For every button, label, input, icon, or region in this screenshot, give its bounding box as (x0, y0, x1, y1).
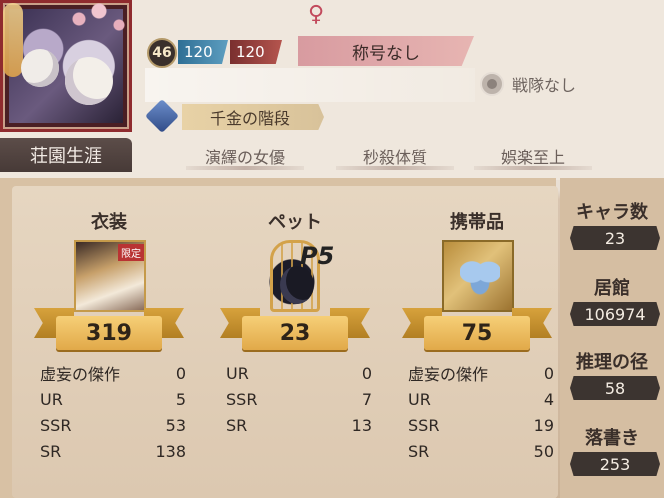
stat-value: 253 (570, 452, 660, 476)
list-item: SSR 7 (226, 389, 372, 409)
rank-gem-icon (145, 99, 179, 133)
tag-1: 演繹の女優 (186, 142, 304, 170)
tab-career[interactable]: 荘園生涯 (0, 138, 132, 172)
collection-panel-inner: 衣装 限定 319 虚妄の傑作0 UR5 SSR53 SR138 ペット (12, 186, 558, 498)
list-item: SSR 19 (408, 415, 554, 435)
list-item: 虚妄の傑作 0 (408, 363, 554, 385)
lantern-decoration (3, 3, 23, 77)
stat-graffiti[interactable]: 落書き 253 (560, 412, 664, 484)
stat-deduction[interactable]: 推理の径 58 (560, 336, 664, 408)
count-value: 75 (424, 316, 530, 350)
rarity-list: UR 0 SSR 7 SR 13 (226, 360, 372, 438)
tag-2: 秒殺体質 (336, 142, 454, 170)
limited-badge: 限定 (118, 244, 144, 261)
list-item: UR 0 (226, 363, 372, 383)
count-banner: 23 (220, 302, 370, 352)
collection-panel: 衣装 限定 319 虚妄の傑作0 UR5 SSR53 SR138 ペット (0, 178, 558, 498)
count-banner: 75 (402, 302, 552, 352)
collection-title: ペット (268, 212, 322, 233)
team-icon (480, 72, 504, 96)
blossom-decoration (63, 3, 143, 43)
butterfly-icon (460, 256, 500, 296)
list-item: UR 4 (408, 389, 554, 409)
stat-label: キャラ数 (576, 202, 648, 223)
level-badge: 46 (147, 38, 177, 68)
stat-value: 23 (570, 226, 660, 250)
rarity-list: 虚妄の傑作 0 UR 4 SSR 19 SR 50 (408, 360, 554, 464)
stat-value: 106974 (570, 302, 660, 326)
persona-logo: P5 (300, 242, 335, 270)
side-stats: キャラ数 23 居館 106974 推理の径 58 落書き 253 (560, 178, 664, 498)
collection-costume[interactable]: 衣装 限定 319 虚妄の傑作 0 UR 5 SSR 53 SR 138 (34, 186, 210, 498)
stat-blue: 120 (178, 40, 228, 64)
stat-label: 推理の径 (576, 352, 648, 373)
avatar[interactable] (0, 0, 143, 132)
stat-value: 58 (570, 376, 660, 400)
count-banner: 319 (34, 302, 184, 352)
stat-red: 120 (230, 40, 282, 64)
list-item: SR 138 (40, 441, 186, 461)
count-value: 319 (56, 316, 162, 350)
collection-title: 衣装 (91, 212, 127, 233)
stat-characters[interactable]: キャラ数 23 (560, 186, 664, 258)
collection-accessory[interactable]: 携帯品 75 虚妄の傑作 0 UR 4 SSR 19 SR 50 (402, 186, 578, 498)
rarity-list: 虚妄の傑作 0 UR 5 SSR 53 SR 138 (40, 360, 186, 464)
list-item: 虚妄の傑作 0 (40, 363, 186, 385)
stat-residence[interactable]: 居館 106974 (560, 262, 664, 334)
collection-pet[interactable]: ペット P5 23 UR 0 SSR 7 SR 13 (220, 186, 396, 498)
title-ribbon[interactable]: 称号なし (298, 36, 474, 66)
rank-tag[interactable]: 千金の階段 (182, 104, 324, 130)
collection-title: 携帯品 (450, 212, 504, 233)
team-label: 戦隊なし (512, 76, 577, 95)
cat-icon (280, 266, 314, 304)
list-item: SR 13 (226, 415, 372, 435)
stat-label: 居館 (594, 278, 630, 299)
list-item: SR 50 (408, 441, 554, 461)
female-icon: ♀ (308, 2, 325, 27)
mask-icon (21, 49, 59, 87)
list-item: SSR 53 (40, 415, 186, 435)
stat-label: 落書き (585, 428, 639, 449)
profile-header: ♀ 46 120 120 称号なし 戦隊なし 千金の階段 荘園生涯 演繹の女優 … (0, 0, 664, 180)
team-display[interactable]: 戦隊なし (480, 72, 576, 96)
count-value: 23 (242, 316, 348, 350)
list-item: UR 5 (40, 389, 186, 409)
profile-screen: ♀ 46 120 120 称号なし 戦隊なし 千金の階段 荘園生涯 演繹の女優 … (0, 0, 664, 498)
name-bar (145, 68, 475, 102)
mask-icon (65, 57, 113, 105)
tag-3: 娯楽至上 (474, 142, 592, 170)
